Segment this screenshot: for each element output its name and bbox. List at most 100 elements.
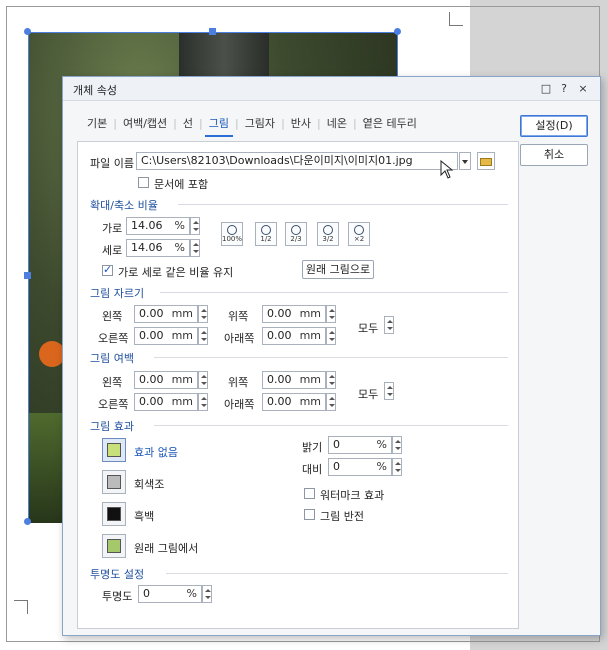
effect-bw-button[interactable] (102, 502, 126, 526)
tab-reflection[interactable]: 반사 (285, 115, 317, 131)
picture-bw-icon (107, 507, 121, 521)
resize-handle-top[interactable] (209, 28, 216, 35)
keep-ratio-checkbox[interactable] (102, 263, 113, 276)
effect-none-button[interactable] (102, 438, 126, 462)
margin-top-spinner[interactable] (326, 371, 336, 389)
effect-grayscale-button[interactable] (102, 470, 126, 494)
scale-width-input[interactable]: 14.06% (126, 217, 190, 235)
crop-left-input[interactable]: 0.00 mm (134, 305, 198, 323)
watermark-checkbox[interactable] (304, 488, 315, 499)
divider (154, 425, 508, 426)
zoom-two-thirds-button[interactable]: 2/3 (285, 222, 307, 246)
crop-all-label: 모두 (358, 322, 379, 335)
file-path-dropdown[interactable] (459, 152, 471, 170)
margin-top-input[interactable]: 0.00 mm (262, 371, 326, 389)
resize-handle-bottom-left[interactable] (24, 518, 31, 525)
margin-top-value: 0.00 (267, 373, 292, 386)
effect-original-button[interactable] (102, 534, 126, 558)
transparency-value: 0 (143, 587, 150, 600)
zoom-double-button[interactable]: ×2 (348, 222, 370, 246)
embed-in-document-label: 문서에 포함 (154, 178, 209, 191)
crop-section-title: 그림 자르기 (90, 287, 145, 300)
zoom-half-button[interactable]: 1/2 (255, 222, 277, 246)
unit-mm: mm (299, 307, 321, 320)
cancel-button[interactable]: 취소 (520, 144, 588, 166)
tab-soft-edge[interactable]: 옅은 테두리 (357, 115, 423, 131)
resize-handle-top-right[interactable] (394, 28, 401, 35)
resize-handle-left[interactable] (24, 272, 31, 279)
help-icon[interactable]: ? (557, 82, 571, 95)
file-name-label: 파일 이름 (90, 157, 134, 170)
tab-margin-caption[interactable]: 여백/캡션 (117, 115, 173, 131)
unit-mm: mm (299, 395, 321, 408)
picture-original-icon (107, 539, 121, 553)
help-topic-icon[interactable]: □ (539, 82, 553, 95)
scale-section-title: 확대/축소 비율 (90, 199, 158, 212)
brightness-value: 0 (333, 438, 340, 451)
margin-right-label: 오른쪽 (98, 398, 129, 411)
margin-all-spinner[interactable] (384, 382, 394, 400)
margin-section-title: 그림 여백 (90, 352, 134, 365)
unit-mm: mm (171, 329, 193, 342)
unit-percent: % (174, 219, 185, 232)
crop-all-spinner[interactable] (384, 316, 394, 334)
contrast-spinner[interactable] (392, 458, 402, 476)
scale-height-input[interactable]: 14.06% (126, 239, 190, 257)
scale-width-spinner[interactable] (190, 217, 200, 235)
margin-left-input[interactable]: 0.00 mm (134, 371, 198, 389)
file-path-field[interactable]: C:\Users\82103\Downloads\다운이미지\이미지01.jpg (136, 152, 458, 170)
tab-shadow[interactable]: 그림자 (239, 115, 281, 131)
keep-ratio-label: 가로 세로 같은 비율 유지 (118, 266, 234, 279)
dialog-title: 개체 속성 (73, 84, 117, 97)
crop-left-spinner[interactable] (198, 305, 208, 323)
scale-height-spinner[interactable] (190, 239, 200, 257)
brightness-spinner[interactable] (392, 436, 402, 454)
tab-picture[interactable]: 그림 (203, 115, 235, 137)
margin-left-label: 왼쪽 (102, 376, 123, 389)
zoom-in-icon (323, 225, 333, 235)
crop-left-label: 왼쪽 (102, 310, 123, 323)
resize-handle-top-left[interactable] (24, 28, 31, 35)
dialog-titlebar[interactable]: 개체 속성 □ ? × (63, 77, 600, 101)
scale-height-label: 세로 (102, 244, 123, 257)
embed-in-document-checkbox[interactable] (138, 177, 149, 188)
margin-right-input[interactable]: 0.00 mm (134, 393, 198, 411)
object-properties-dialog: 개체 속성 □ ? × 기본 | 여백/캡션 | 선 | 그림 | 그림자 | 반사 | 네온 | 옅은 테… (62, 76, 601, 636)
transparency-spinner[interactable] (202, 585, 212, 603)
margin-bottom-spinner[interactable] (326, 393, 336, 411)
crop-top-spinner[interactable] (326, 305, 336, 323)
margin-bottom-label: 아래쪽 (224, 398, 255, 411)
picture-tab-panel: 파일 이름 C:\Users\82103\Downloads\다운이미지\이미지… (77, 141, 519, 629)
brightness-label: 밝기 (302, 441, 323, 454)
effect-section-title: 그림 효과 (90, 420, 134, 433)
zoom-three-halves-button[interactable]: 3/2 (317, 222, 339, 246)
open-folder-button[interactable] (477, 152, 495, 170)
crop-bottom-input[interactable]: 0.00 mm (262, 327, 326, 345)
transparency-input[interactable]: 0% (138, 585, 202, 603)
folder-icon (480, 158, 492, 166)
original-size-button[interactable]: 원래 그림으로 (302, 260, 374, 279)
tab-neon[interactable]: 네온 (321, 115, 353, 131)
invert-checkbox[interactable] (304, 509, 315, 520)
zoom-out-icon (291, 225, 301, 235)
margin-left-spinner[interactable] (198, 371, 208, 389)
divider (166, 573, 508, 574)
tab-line[interactable]: 선 (177, 115, 199, 131)
margin-bottom-value: 0.00 (267, 395, 292, 408)
crop-right-spinner[interactable] (198, 327, 208, 345)
margin-bottom-input[interactable]: 0.00 mm (262, 393, 326, 411)
close-icon[interactable]: × (576, 82, 590, 95)
ok-button[interactable]: 설정(D) (520, 115, 588, 137)
effect-original-label: 원래 그림에서 (134, 542, 199, 555)
crop-bottom-spinner[interactable] (326, 327, 336, 345)
crop-right-input[interactable]: 0.00 mm (134, 327, 198, 345)
unit-mm: mm (171, 373, 193, 386)
contrast-input[interactable]: 0% (328, 458, 392, 476)
zoom-100-button[interactable]: 100% (221, 222, 243, 246)
transparency-label: 투명도 (102, 590, 133, 603)
tab-basic[interactable]: 기본 (81, 115, 113, 131)
margin-right-spinner[interactable] (198, 393, 208, 411)
brightness-input[interactable]: 0% (328, 436, 392, 454)
page-corner-mark (449, 12, 463, 26)
crop-top-input[interactable]: 0.00 mm (262, 305, 326, 323)
